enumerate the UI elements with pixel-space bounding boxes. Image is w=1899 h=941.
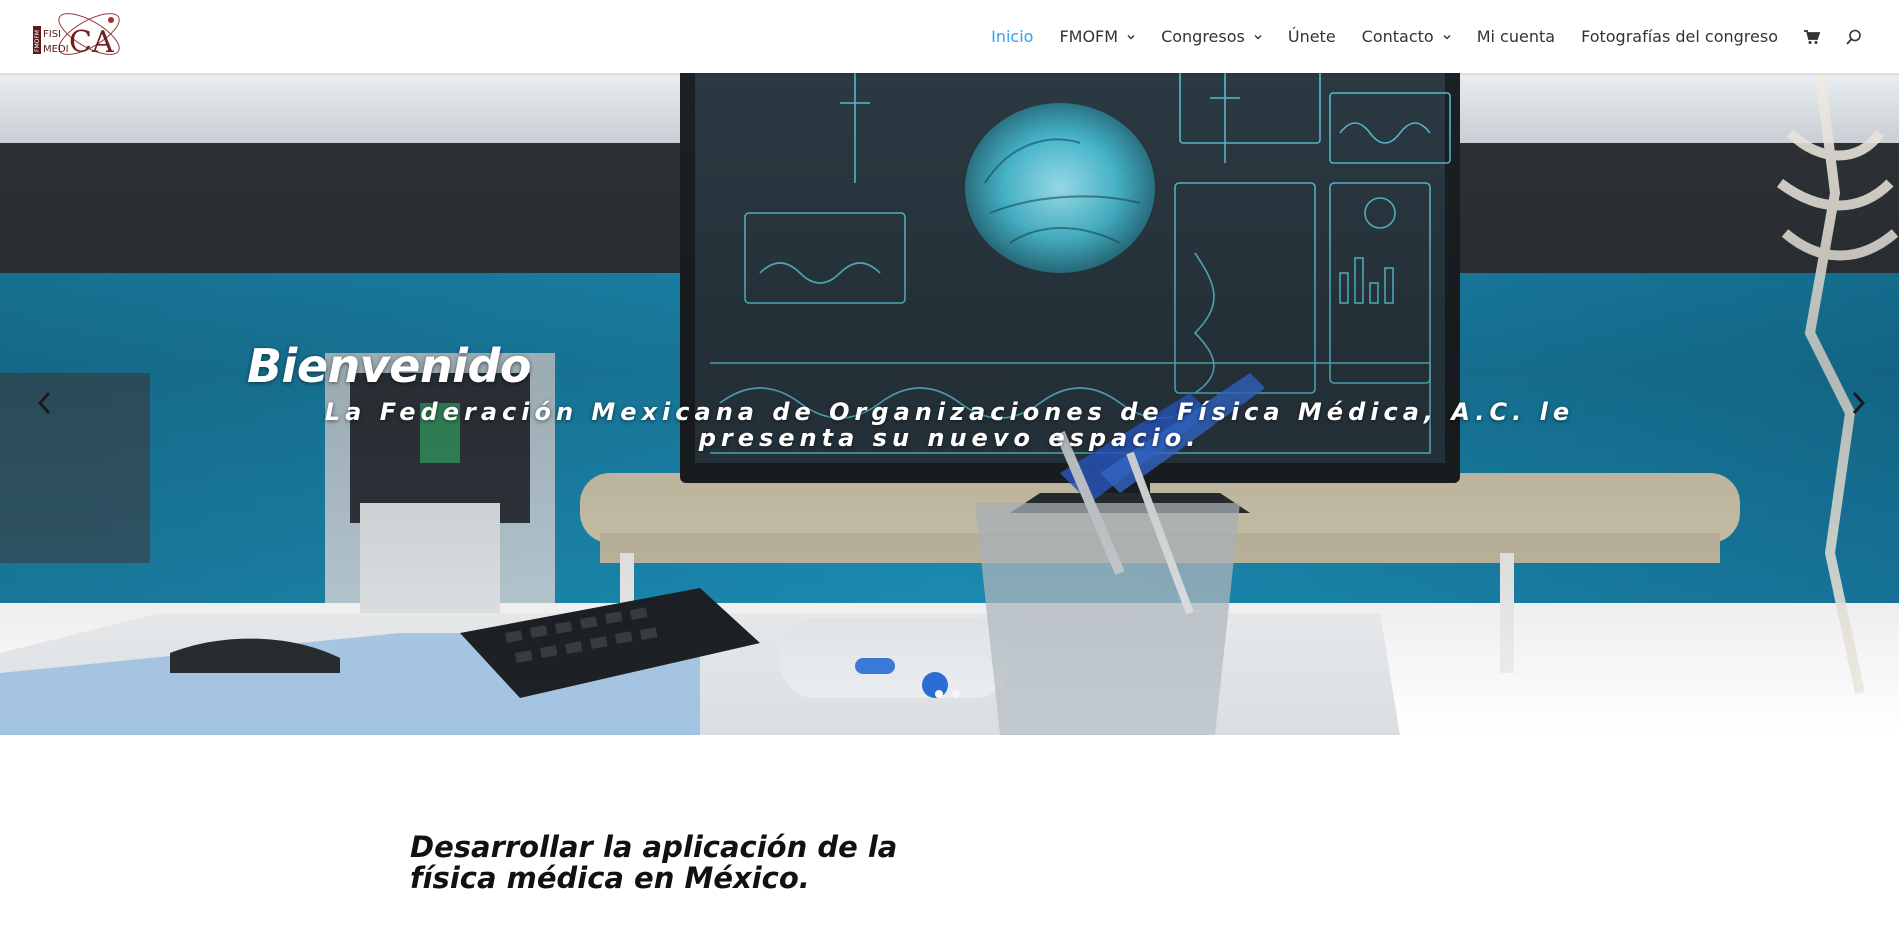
search-icon[interactable]	[1845, 28, 1863, 46]
nav-item-mi-cuenta[interactable]: Mi cuenta	[1464, 0, 1568, 73]
logo-text-big: CA	[69, 25, 114, 60]
site-header: FMOFM FISI MEDI CA Inicio FMOFM Congreso…	[0, 0, 1899, 73]
slider-pagination	[935, 690, 960, 698]
hero-slider: Bienvenido La Federación Mexicana de Org…	[0, 73, 1899, 735]
nav-item-fmofm[interactable]: FMOFM	[1046, 0, 1148, 73]
logo-text-top: FISI	[43, 29, 61, 40]
chevron-down-icon	[1254, 34, 1262, 39]
logo-side-text: FMOFM	[34, 30, 41, 52]
nav-item-congresos[interactable]: Congresos	[1148, 0, 1275, 73]
chevron-right-icon[interactable]	[1843, 385, 1873, 421]
shopping-cart-icon[interactable]	[1803, 28, 1821, 46]
slider-dot-1[interactable]	[935, 690, 943, 698]
chevron-left-icon[interactable]	[30, 385, 60, 421]
mission-heading: Desarrollar la aplicación de la física m…	[410, 830, 898, 895]
logo-text-bottom: MEDI	[43, 44, 69, 55]
site-logo[interactable]: FMOFM FISI MEDI CA	[31, 10, 123, 62]
slide-caption: Bienvenido La Federación Mexicana de Org…	[0, 73, 1899, 735]
slide-subtitle: La Federación Mexicana de Organizaciones…	[324, 398, 1575, 452]
nav-item-fotografias[interactable]: Fotografías del congreso	[1568, 0, 1791, 73]
slider-dot-2[interactable]	[952, 690, 960, 698]
slide-title: Bienvenido	[247, 339, 532, 393]
main-nav: Inicio FMOFM Congresos Únete Contacto Mi…	[978, 0, 1875, 73]
chevron-down-icon	[1443, 34, 1451, 39]
nav-item-inicio[interactable]: Inicio	[978, 0, 1046, 73]
nav-item-contacto[interactable]: Contacto	[1349, 0, 1464, 73]
chevron-down-icon	[1127, 34, 1135, 39]
nav-item-unete[interactable]: Únete	[1275, 0, 1349, 73]
